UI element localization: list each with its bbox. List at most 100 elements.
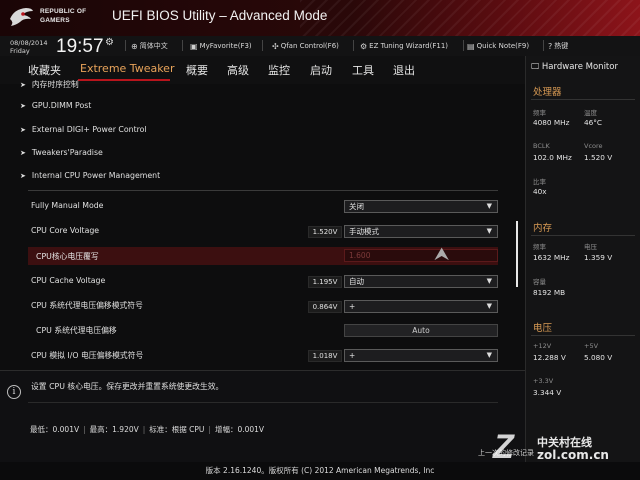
toolbar-divider — [543, 40, 544, 51]
dropdown-arrow-icon: ▼ — [486, 277, 492, 285]
cpu-temp-value: 46°C — [584, 118, 603, 127]
v33-label: +3.3V — [533, 377, 554, 385]
voltage-readout: 1.018V — [308, 350, 342, 362]
fully-manual-mode-select[interactable]: 关闭 ▼ — [344, 200, 498, 213]
brand-logo-text: REPUBLIC OF GAMERS — [40, 8, 87, 24]
dropdown-arrow-icon: ▼ — [486, 302, 492, 310]
setting-label: Fully Manual Mode — [31, 201, 104, 210]
info-icon: i — [7, 385, 21, 399]
fan-icon: ✣ — [272, 41, 279, 51]
tab-tool[interactable]: 工具 — [352, 62, 374, 78]
chevron-right-icon: ➤ — [20, 149, 26, 157]
value-range: 最低：0.001V | 最高：1.920V | 标准：根据 CPU | 增幅：0.001V — [30, 425, 265, 434]
rog-logo-icon — [10, 8, 33, 26]
v33-value: 3.344 V — [533, 388, 562, 397]
cpu-freq-label: 频率 — [533, 109, 546, 117]
help-text: 设置 CPU 核心电压。保存更改并重置系统使更改生效。 — [31, 382, 224, 391]
dropdown-arrow-icon: ▼ — [486, 202, 492, 210]
chevron-right-icon: ➤ — [20, 126, 26, 134]
clock[interactable]: 19:57 — [56, 36, 104, 58]
v12-value: 12.288 V — [533, 353, 566, 362]
cpu-temp-label: 温度 — [584, 109, 597, 117]
active-tab-indicator — [78, 79, 170, 81]
v5-label: +5V — [584, 342, 599, 350]
note-icon: ▤ — [467, 41, 475, 51]
section-divider — [531, 99, 635, 100]
tuning-icon: ⚙ — [360, 41, 368, 51]
cpu-section-title: 处理器 — [533, 87, 562, 98]
sa-offset-sign-select[interactable]: + ▼ — [344, 300, 498, 313]
voltage-readout: 1.195V — [308, 276, 342, 288]
dropdown-arrow-icon: ▼ — [486, 351, 492, 359]
bclk-value: 102.0 MHz — [533, 153, 572, 162]
cpu-core-voltage-override-input[interactable]: 1.600 — [344, 249, 498, 262]
voltage-section-title: 电压 — [533, 323, 553, 334]
cpu-freq-value: 4080 MHz — [533, 118, 570, 127]
memory-section-title: 内存 — [533, 223, 553, 234]
cpu-cache-voltage-select[interactable]: 自动 ▼ — [344, 275, 498, 288]
setting-label: CPU核心电压覆写 — [36, 252, 99, 261]
mem-volt-value: 1.359 V — [584, 253, 613, 262]
v12-label: +12V — [533, 342, 552, 350]
quick-note-button[interactable]: ▤ Quick Note(F9) — [467, 40, 529, 52]
chevron-right-icon: ➤ — [20, 81, 26, 89]
globe-icon: ⊕ — [131, 41, 138, 51]
section-divider — [531, 235, 635, 236]
monitor-icon: 🖵 — [531, 62, 540, 72]
chevron-right-icon: ➤ — [20, 172, 26, 180]
section-divider — [28, 190, 498, 191]
tab-extreme-tweaker[interactable]: Extreme Tweaker — [80, 62, 174, 75]
setting-label: CPU Cache Voltage — [31, 276, 106, 285]
toolbar-divider — [463, 40, 464, 51]
chevron-right-icon: ➤ — [20, 102, 26, 110]
favorite-icon: ▣ — [190, 41, 198, 51]
toolbar-divider — [182, 40, 183, 51]
myfavorite-button[interactable]: ▣ MyFavorite(F3) — [190, 40, 252, 52]
toolbar-divider — [353, 40, 354, 51]
ez-tuning-wizard-button[interactable]: ⚙ EZ Tuning Wizard(F11) — [360, 40, 448, 52]
vcore-value: 1.520 V — [584, 153, 613, 162]
voltage-readout: 1.520V — [308, 226, 342, 238]
gear-icon[interactable]: ⚙ — [105, 37, 114, 48]
qfan-control-button[interactable]: ✣ Qfan Control(F6) — [272, 40, 339, 52]
setting-label: CPU 系统代理电压偏移 — [36, 326, 117, 335]
tab-exit[interactable]: 退出 — [393, 62, 415, 78]
mouse-cursor-icon: ⮝ — [434, 244, 450, 265]
sa-offset-input[interactable]: Auto — [344, 324, 498, 337]
setting-label: CPU Core Voltage — [31, 226, 100, 235]
mem-volt-label: 电压 — [584, 243, 597, 251]
tab-monitor[interactable]: 监控 — [268, 62, 290, 78]
tab-main[interactable]: 概要 — [186, 62, 208, 78]
ratio-value: 40x — [533, 187, 547, 196]
mem-freq-label: 频率 — [533, 243, 546, 251]
language-button[interactable]: ⊕ 简体中文 — [131, 40, 168, 52]
version-text: 版本 2.16.1240。版权所有 (C) 2012 American Mega… — [205, 466, 435, 475]
help-divider — [28, 402, 498, 403]
scrollbar[interactable] — [516, 221, 518, 287]
menu-link-tweakers-paradise[interactable]: ➤ Tweakers'Paradise — [20, 148, 103, 157]
tab-favorites[interactable]: 收藏夹 — [28, 62, 61, 78]
menu-link-cpu-power-management[interactable]: ➤ Internal CPU Power Management — [20, 171, 160, 180]
toolbar-divider — [125, 40, 126, 51]
hardware-monitor-title: 🖵 Hardware Monitor — [531, 62, 618, 72]
mem-freq-value: 1632 MHz — [533, 253, 570, 262]
cpu-core-voltage-select[interactable]: 手动模式 ▼ — [344, 225, 498, 238]
bclk-label: BCLK — [533, 142, 550, 150]
hotkeys-button[interactable]: ? 热键 — [548, 40, 568, 52]
mem-capacity-value: 8192 MB — [533, 288, 566, 297]
tab-boot[interactable]: 启动 — [310, 62, 332, 78]
dropdown-arrow-icon: ▼ — [486, 227, 492, 235]
vcore-label: Vcore — [584, 142, 603, 150]
hotkey-icon: ? — [548, 41, 553, 51]
section-divider — [531, 335, 635, 336]
io-analog-offset-sign-select[interactable]: + ▼ — [344, 349, 498, 362]
ratio-label: 比率 — [533, 178, 546, 186]
menu-link-memory-timing[interactable]: ➤ 内存时序控制 — [20, 79, 79, 89]
v5-value: 5.080 V — [584, 353, 613, 362]
setting-label: CPU 系统代理电压偏移模式符号 — [31, 301, 143, 310]
menu-link-digi-power[interactable]: ➤ External DIGI+ Power Control — [20, 125, 147, 134]
tab-advanced[interactable]: 高级 — [227, 62, 249, 78]
menu-link-gpu-dimm-post[interactable]: ➤ GPU.DIMM Post — [20, 101, 91, 110]
setting-label: CPU 模拟 I/O 电压偏移模式符号 — [31, 351, 144, 360]
date-display: 08/08/2014 Friday — [10, 39, 48, 55]
